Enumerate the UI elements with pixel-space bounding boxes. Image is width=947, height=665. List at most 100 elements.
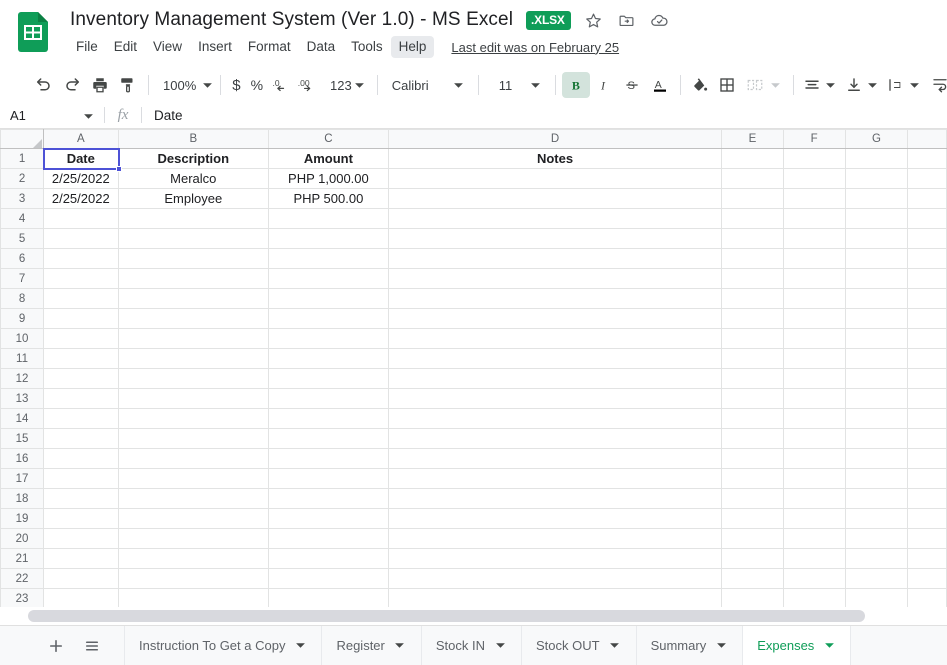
cell-F4[interactable] — [782, 208, 846, 229]
sheet-tab-expenses[interactable]: Expenses — [743, 626, 852, 665]
cell-D14[interactable] — [387, 408, 723, 429]
cell-A7[interactable] — [43, 268, 119, 289]
cell-E7[interactable] — [721, 268, 784, 289]
chevron-down-icon[interactable] — [608, 639, 622, 653]
cell-A17[interactable] — [43, 468, 119, 489]
fill-color-button[interactable] — [687, 72, 713, 98]
cell-A19[interactable] — [43, 508, 119, 529]
menu-view[interactable]: View — [145, 36, 190, 58]
cell-F20[interactable] — [782, 528, 846, 549]
cell-A3[interactable]: 2/25/2022 — [43, 188, 119, 209]
name-box[interactable]: A1 — [0, 102, 104, 129]
cell-B16[interactable] — [117, 448, 270, 469]
cell-D22[interactable] — [387, 568, 723, 589]
cell-H18[interactable] — [907, 488, 947, 509]
cell-B4[interactable] — [117, 208, 270, 229]
row-header-3[interactable]: 3 — [0, 188, 45, 209]
cell-B5[interactable] — [117, 228, 270, 249]
menu-format[interactable]: Format — [240, 36, 299, 58]
row-header-18[interactable]: 18 — [0, 488, 45, 509]
cell-A9[interactable] — [43, 308, 119, 329]
cell-H8[interactable] — [907, 288, 947, 309]
row-header-9[interactable]: 9 — [0, 308, 45, 329]
cell-D1[interactable]: Notes — [387, 148, 723, 169]
cell-C15[interactable] — [268, 428, 389, 449]
zoom-selector[interactable]: 100% — [155, 72, 214, 98]
currency-format-button[interactable]: $ — [227, 72, 245, 98]
cell-F11[interactable] — [782, 348, 846, 369]
cell-H16[interactable] — [907, 448, 947, 469]
chevron-down-icon[interactable] — [866, 78, 880, 92]
row-header-22[interactable]: 22 — [0, 568, 45, 589]
font-size-selector[interactable]: 11 — [485, 72, 549, 98]
cell-E2[interactable] — [721, 168, 784, 189]
row-header-21[interactable]: 21 — [0, 548, 45, 569]
menu-insert[interactable]: Insert — [190, 36, 240, 58]
cell-A13[interactable] — [43, 388, 119, 409]
cell-F17[interactable] — [782, 468, 846, 489]
cell-D5[interactable] — [387, 228, 723, 249]
cell-C16[interactable] — [268, 448, 389, 469]
all-sheets-icon[interactable] — [74, 626, 110, 665]
cell-H17[interactable] — [907, 468, 947, 489]
cell-F10[interactable] — [782, 328, 846, 349]
cell-D21[interactable] — [387, 548, 723, 569]
column-header-f[interactable]: F — [782, 129, 846, 149]
sheet-tab-summary[interactable]: Summary — [637, 626, 744, 665]
cell-F13[interactable] — [782, 388, 846, 409]
cell-H20[interactable] — [907, 528, 947, 549]
row-header-17[interactable]: 17 — [0, 468, 45, 489]
cell-D8[interactable] — [387, 288, 723, 309]
cell-A18[interactable] — [43, 488, 119, 509]
cell-E11[interactable] — [721, 348, 784, 369]
borders-button[interactable] — [713, 72, 741, 98]
cell-A4[interactable] — [43, 208, 119, 229]
cell-G21[interactable] — [844, 548, 909, 569]
row-header-4[interactable]: 4 — [0, 208, 45, 229]
cell-D6[interactable] — [387, 248, 723, 269]
cell-B9[interactable] — [117, 308, 270, 329]
cell-D20[interactable] — [387, 528, 723, 549]
cell-D11[interactable] — [387, 348, 723, 369]
cell-F23[interactable] — [782, 588, 846, 609]
cell-A20[interactable] — [43, 528, 119, 549]
strikethrough-button[interactable]: S — [618, 72, 646, 98]
row-header-20[interactable]: 20 — [0, 528, 45, 549]
cell-F22[interactable] — [782, 568, 846, 589]
cell-B11[interactable] — [117, 348, 270, 369]
cell-B7[interactable] — [117, 268, 270, 289]
cell-A11[interactable] — [43, 348, 119, 369]
cell-D17[interactable] — [387, 468, 723, 489]
cell-B21[interactable] — [117, 548, 270, 569]
cell-B6[interactable] — [117, 248, 270, 269]
cell-C20[interactable] — [268, 528, 389, 549]
cell-F19[interactable] — [782, 508, 846, 529]
cell-B15[interactable] — [117, 428, 270, 449]
vertical-align-button[interactable] — [842, 72, 884, 98]
cell-B20[interactable] — [117, 528, 270, 549]
text-rotation-button[interactable]: ⊐ — [884, 72, 926, 98]
cell-G20[interactable] — [844, 528, 909, 549]
cell-C5[interactable] — [268, 228, 389, 249]
cell-G4[interactable] — [844, 208, 909, 229]
cell-F7[interactable] — [782, 268, 846, 289]
cell-B3[interactable]: Employee — [117, 188, 270, 209]
cell-G23[interactable] — [844, 588, 909, 609]
cell-H3[interactable] — [907, 188, 947, 209]
cell-C11[interactable] — [268, 348, 389, 369]
row-header-12[interactable]: 12 — [0, 368, 45, 389]
cell-D4[interactable] — [387, 208, 723, 229]
column-header-b[interactable]: B — [117, 129, 270, 149]
cell-C6[interactable] — [268, 248, 389, 269]
chevron-down-icon[interactable] — [293, 639, 307, 653]
decimal-increase-button[interactable]: .00 — [294, 72, 322, 98]
cell-G9[interactable] — [844, 308, 909, 329]
cell-C17[interactable] — [268, 468, 389, 489]
number-format-selector[interactable]: 123 — [322, 72, 371, 98]
cell-E19[interactable] — [721, 508, 784, 529]
star-icon[interactable] — [584, 10, 604, 30]
spreadsheet-grid[interactable]: A B C D E F G 1 Date Description Amount Note… — [0, 129, 947, 612]
cell-D19[interactable] — [387, 508, 723, 529]
cell-F18[interactable] — [782, 488, 846, 509]
cell-G1[interactable] — [844, 148, 909, 169]
